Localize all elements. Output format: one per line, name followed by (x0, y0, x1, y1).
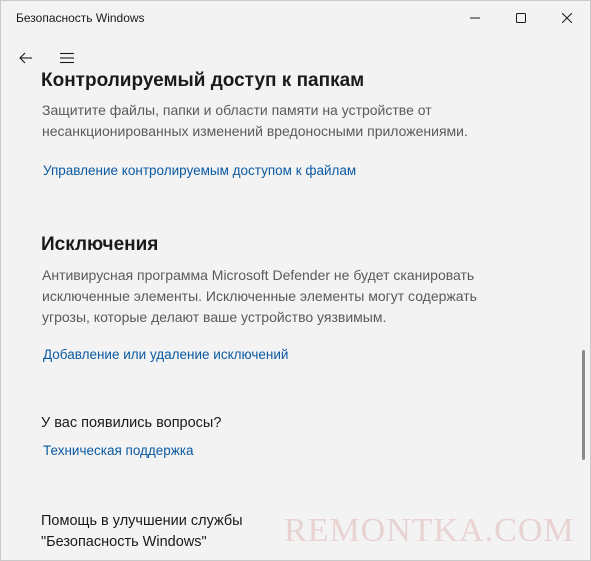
controlled-folder-access-description: Защитите файлы, папки и области памяти н… (42, 100, 542, 142)
description-line: Антивирусная программа Microsoft Defende… (42, 267, 475, 283)
description-line: Защитите файлы, папки и области памяти н… (42, 102, 432, 118)
scrollbar[interactable] (580, 41, 586, 551)
description-line: исключенные элементы. Исключенные элемен… (42, 288, 477, 304)
questions-heading: У вас появились вопросы? (41, 415, 222, 431)
watermark-text: REMONTKA.COM (284, 512, 575, 549)
exclusions-description: Антивирусная программа Microsoft Defende… (42, 265, 542, 328)
description-line: несанкционированных изменений вредоносны… (42, 123, 468, 139)
manage-controlled-folder-access-link[interactable]: Управление контролируемым доступом к фай… (43, 163, 356, 178)
app-window: Безопасность Windows Контролируемый дост… (0, 0, 591, 561)
scrollbar-thumb[interactable] (582, 350, 585, 460)
exclusions-heading: Исключения (41, 234, 159, 255)
description-line: угрозы, которые делают ваше устройство у… (42, 309, 387, 325)
page-content: Контролируемый доступ к папкам Защитите … (1, 1, 576, 560)
add-remove-exclusions-link[interactable]: Добавление или удаление исключений (43, 347, 288, 362)
tech-support-link[interactable]: Техническая поддержка (43, 443, 194, 458)
controlled-folder-access-heading: Контролируемый доступ к папкам (41, 70, 365, 91)
